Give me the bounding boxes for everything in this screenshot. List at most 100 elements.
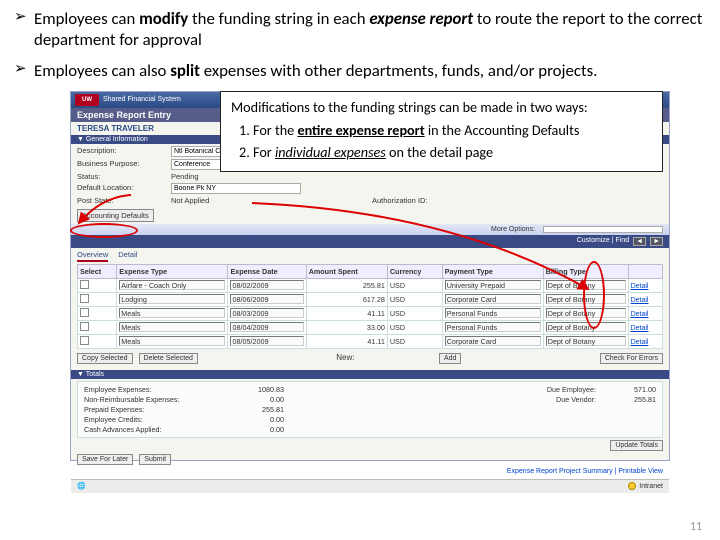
expense-type-dropdown[interactable]: Lodging	[119, 294, 225, 304]
billing-type-dropdown[interactable]: Dept of Botany	[546, 280, 626, 290]
totals-l3: Prepaid Expenses:	[84, 405, 224, 414]
table-row: Lodging08/06/2009617.28USDCorporate Card…	[78, 292, 663, 306]
table-row: Meals 08/03/200941.11USDPersonal Funds Dep…	[78, 306, 663, 320]
bullet-1-text: Employees can modify the funding string …	[34, 8, 706, 50]
currency-cell: USD	[387, 278, 442, 292]
label-business-purpose: Business Purpose:	[77, 159, 167, 170]
footer-links[interactable]: Expense Report Project Summary | Printab…	[71, 468, 669, 479]
row-checkbox[interactable]	[80, 294, 89, 303]
more-options-bar: More Options:	[71, 224, 669, 235]
update-totals-button[interactable]: Update Totals	[610, 440, 663, 451]
totals-panel: Employee Expenses:1080.83 Due Employee:5…	[77, 381, 663, 438]
expense-type-dropdown[interactable]: Meals	[119, 336, 225, 346]
payment-type-dropdown[interactable]: Corporate Card	[445, 294, 541, 304]
copy-selected-button[interactable]: Copy Selected	[77, 353, 133, 364]
add-button[interactable]: Add	[439, 353, 461, 364]
section-header-totals[interactable]: ▼ Totals	[71, 370, 669, 379]
bullet-2-text: Employees can also split expenses with o…	[34, 60, 706, 81]
status-value: Pending	[171, 172, 368, 181]
grid-first-icon[interactable]: ◄	[633, 237, 646, 246]
expense-grid: Select Expense Type Expense Date Amount …	[77, 264, 663, 349]
accounting-defaults-button[interactable]: Accounting Defaults	[77, 209, 154, 222]
grid-last-icon[interactable]: ►	[650, 237, 663, 246]
detail-link[interactable]: Detail	[631, 325, 649, 332]
row-checkbox[interactable]	[80, 280, 89, 289]
billing-type-dropdown[interactable]: Dept of Botany	[546, 336, 626, 346]
col-currency: Currency	[387, 264, 442, 278]
totals-v1: 1080.83	[224, 385, 284, 394]
payment-type-dropdown[interactable]: Personal Funds	[445, 308, 541, 318]
embedded-screenshot: UW Shared Financial System Expense Repor…	[70, 91, 670, 461]
col-expense-type: Expense Type	[117, 264, 228, 278]
col-select: Select	[78, 264, 117, 278]
billing-type-dropdown[interactable]: Dept of Botany	[546, 308, 626, 318]
callout-box: Modifications to the funding strings can…	[220, 91, 663, 173]
detail-link[interactable]: Detail	[631, 311, 649, 318]
col-amount: Amount Spent	[306, 264, 387, 278]
expense-date-field[interactable]: 08/03/2009	[230, 308, 303, 318]
tab-detail[interactable]: Detail	[118, 250, 137, 262]
expense-type-dropdown[interactable]: Meals	[119, 308, 225, 318]
bullet-2: ➢ Employees can also split expenses with…	[14, 60, 706, 81]
table-row: Airfare - Coach Only08/02/2009255.81USDU…	[78, 278, 663, 292]
detail-link[interactable]: Detail	[631, 339, 649, 346]
grid-toolbar: Customize | Find ◄ ►	[71, 235, 669, 248]
label-status: Status:	[77, 172, 167, 181]
grid-nav-text[interactable]: Customize | Find	[577, 237, 629, 246]
more-options-dropdown[interactable]	[543, 226, 663, 233]
totals-l4: Employee Credits:	[84, 415, 224, 424]
submit-button[interactable]: Submit	[139, 454, 171, 465]
col-expense-date: Expense Date	[228, 264, 306, 278]
browser-status-bar: 🌐 Intranet	[71, 479, 669, 493]
currency-cell: USD	[387, 334, 442, 348]
label-post-state: Post State:	[77, 196, 167, 205]
check-errors-button[interactable]: Check For Errors	[600, 353, 663, 364]
bullet-marker: ➢	[14, 8, 30, 50]
expense-date-field[interactable]: 08/06/2009	[230, 294, 303, 304]
amount-cell: 33.00	[306, 320, 387, 334]
amount-cell: 41.11	[306, 306, 387, 320]
totals-r2: Due Vendor:	[284, 395, 596, 404]
row-checkbox[interactable]	[80, 322, 89, 331]
totals-v3: 255.81	[224, 405, 284, 414]
detail-link[interactable]: Detail	[631, 283, 649, 290]
totals-l5: Cash Advances Applied:	[84, 425, 224, 434]
more-options-label: More Options:	[491, 226, 535, 233]
currency-cell: USD	[387, 306, 442, 320]
row-checkbox[interactable]	[80, 308, 89, 317]
new-label: New:	[336, 353, 354, 362]
col-payment-type: Payment Type	[442, 264, 543, 278]
callout-item-2: For individual expenses on the detail pa…	[253, 143, 652, 162]
billing-type-dropdown[interactable]: Dept of Botany	[546, 294, 626, 304]
label-default-location: Default Location:	[77, 183, 167, 194]
billing-type-dropdown[interactable]: Dept of Botany	[546, 322, 626, 332]
expense-date-field[interactable]: 08/05/2009	[230, 336, 303, 346]
save-button[interactable]: Save For Later	[77, 454, 133, 465]
expense-type-dropdown[interactable]: Meals	[119, 322, 225, 332]
bullet-1: ➢ Employees can modify the funding strin…	[14, 8, 706, 50]
delete-selected-button[interactable]: Delete Selected	[139, 353, 198, 364]
row-checkbox[interactable]	[80, 336, 89, 345]
label-auth-id: Authorization ID:	[372, 196, 462, 205]
default-location-field[interactable]	[171, 183, 301, 194]
subtabs: Overview Detail	[71, 248, 669, 264]
uw-logo: UW	[75, 94, 99, 106]
logo-text: Shared Financial System	[103, 96, 181, 103]
intranet-icon	[628, 482, 636, 490]
col-billing-type: Billing Type	[543, 264, 628, 278]
expense-date-field[interactable]: 08/02/2009	[230, 280, 303, 290]
detail-link[interactable]: Detail	[631, 297, 649, 304]
tab-overview[interactable]: Overview	[77, 250, 108, 262]
totals-rv2: 255.81	[596, 395, 656, 404]
payment-type-dropdown[interactable]: University Prepaid	[445, 280, 541, 290]
status-left-icon: 🌐	[77, 482, 86, 490]
bullet-marker: ➢	[14, 60, 30, 81]
table-row: Meals08/05/200941.11USDCorporate CardDep…	[78, 334, 663, 348]
payment-type-dropdown[interactable]: Personal Funds	[445, 322, 541, 332]
totals-l2: Non-Reimbursable Expenses:	[84, 395, 224, 404]
payment-type-dropdown[interactable]: Corporate Card	[445, 336, 541, 346]
expense-type-dropdown[interactable]: Airfare - Coach Only	[119, 280, 225, 290]
totals-v2: 0.00	[224, 395, 284, 404]
expense-date-field[interactable]: 08/04/2009	[230, 322, 303, 332]
post-state-value: Not Applied	[171, 196, 368, 205]
